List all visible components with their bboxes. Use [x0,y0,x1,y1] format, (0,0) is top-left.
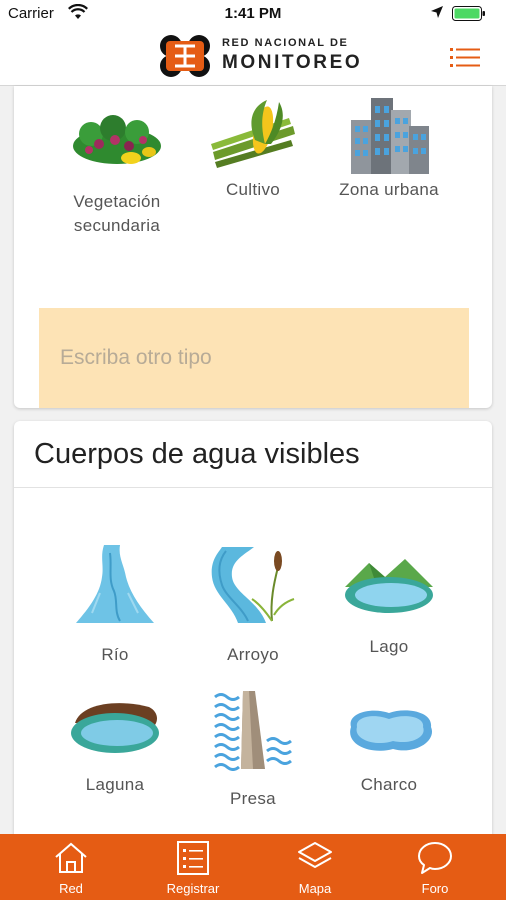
map-layers-icon [298,842,332,868]
list-icon[interactable] [450,46,480,68]
dam-icon [214,691,292,771]
tab-foro[interactable]: Foro [372,834,498,900]
city-buildings-icon [351,98,429,174]
chat-bubble-icon [418,842,452,874]
other-type-input[interactable]: Escriba otro tipo [39,308,469,408]
option-lago[interactable]: Lago [314,553,464,659]
option-cultivo[interactable]: Cultivo [178,100,328,202]
option-label: Cultivo [225,180,281,199]
lake-icon [345,559,433,613]
tab-label: Foro [421,881,449,896]
option-label: Río [101,645,129,664]
tab-label: Mapa [298,881,332,896]
option-label: Zona urbana [339,180,439,199]
lagoon-icon [71,703,159,753]
tab-mapa[interactable]: Mapa [252,834,378,900]
location-arrow-icon [431,6,443,18]
option-label: Presa [230,789,276,808]
status-bar: Carrier 1:41 PM [0,0,506,28]
network-logo-icon [160,35,210,77]
other-type-placeholder: Escriba otro tipo [60,346,212,369]
stream-icon [211,547,295,623]
option-charco[interactable]: Charco [314,705,464,797]
option-label: Arroyo [227,645,279,664]
option-label-line2: secundaria [73,216,161,235]
section-title: Cuerpos de agua visibles [34,438,360,470]
secondary-vegetation-icon [73,115,161,164]
tab-registrar[interactable]: Registrar [130,834,256,900]
option-zona-urbana[interactable]: Zona urbana [314,96,464,202]
register-list-icon [177,841,209,875]
river-icon [76,545,154,623]
option-label: Lago [369,637,409,656]
water-bodies-card: Cuerpos de agua visibles Río Arroyo Lago [14,421,492,851]
option-label: Charco [360,775,418,794]
logo-title-line1: RED NACIONAL DE [222,37,349,49]
option-vegetacion-secundaria[interactable]: Vegetación secundaria [42,106,192,238]
home-icon [55,842,87,873]
battery-icon [452,6,485,21]
logo-title-line2: MONITOREO [222,52,363,73]
tab-red[interactable]: Red [8,834,134,900]
puddle-icon [350,710,433,751]
tab-label: Red [59,881,83,896]
option-presa[interactable]: Presa [178,689,328,811]
option-label-line1: Vegetación [73,192,161,211]
tab-label: Registrar [166,881,220,896]
corn-crop-icon [211,100,295,168]
land-use-card: Vegetación secundaria Cultivo Zona urban… [14,86,492,408]
option-laguna[interactable]: Laguna [40,697,190,797]
option-label: Laguna [85,775,145,794]
tab-bar: Red Registrar Mapa Foro [0,834,506,900]
app-header: RED NACIONAL DE MONITOREO [0,28,506,86]
option-rio[interactable]: Río [40,543,190,667]
section-divider [14,487,492,488]
option-arroyo[interactable]: Arroyo [178,543,328,667]
